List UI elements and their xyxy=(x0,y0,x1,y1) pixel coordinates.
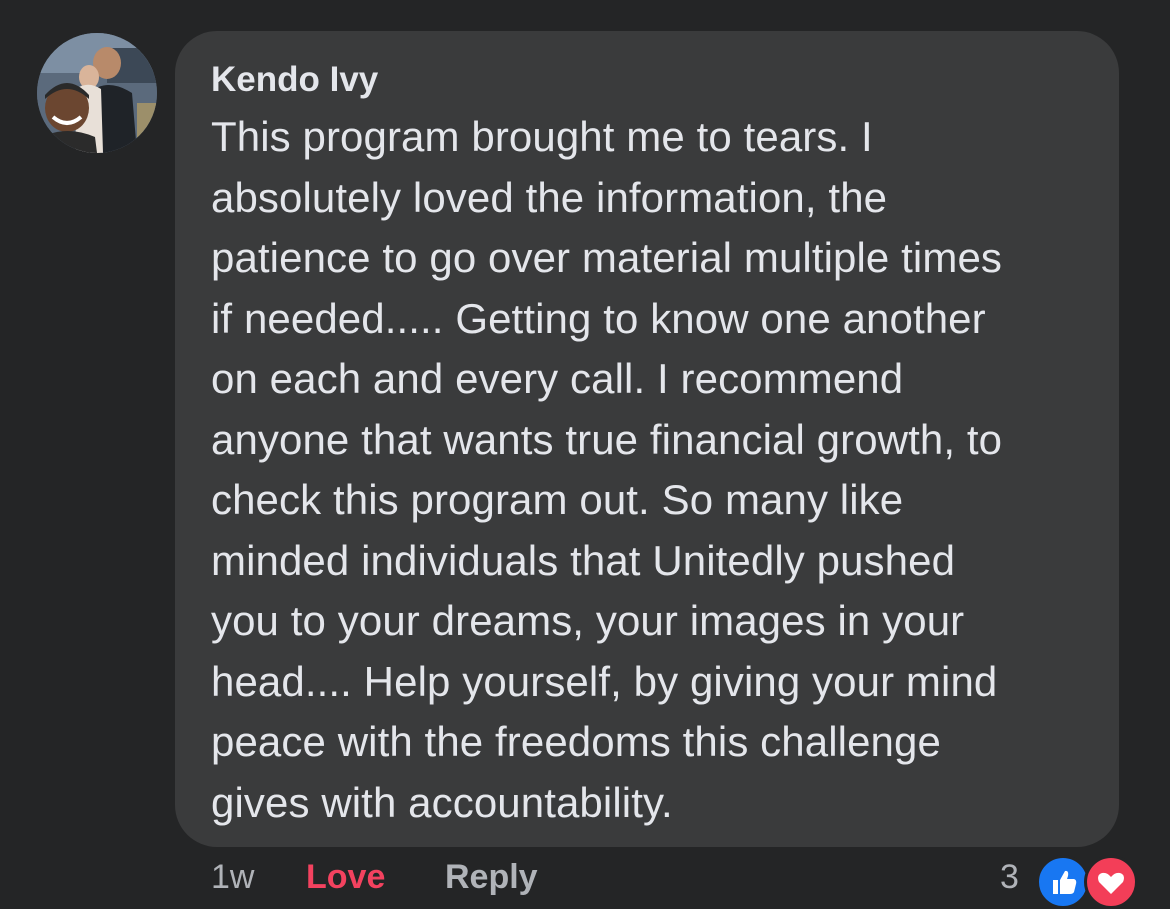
avatar-photo xyxy=(37,33,157,153)
comment-author[interactable]: Kendo Ivy xyxy=(211,59,1089,101)
thumbs-up-icon[interactable] xyxy=(1036,855,1090,909)
avatar[interactable] xyxy=(37,33,157,153)
comment-text: This program brought me to tears. I abso… xyxy=(211,113,1003,826)
comment-timestamp[interactable]: 1w xyxy=(211,857,254,897)
heart-icon[interactable] xyxy=(1084,855,1138,909)
comment-bubble: Kendo Ivy This program brought me to tea… xyxy=(175,31,1119,847)
comment-actions: 1w Love Reply 3 xyxy=(0,857,1170,897)
reply-button[interactable]: Reply xyxy=(445,857,538,897)
reaction-love-button[interactable]: Love xyxy=(306,857,385,897)
reaction-count[interactable]: 3 xyxy=(1000,857,1019,897)
